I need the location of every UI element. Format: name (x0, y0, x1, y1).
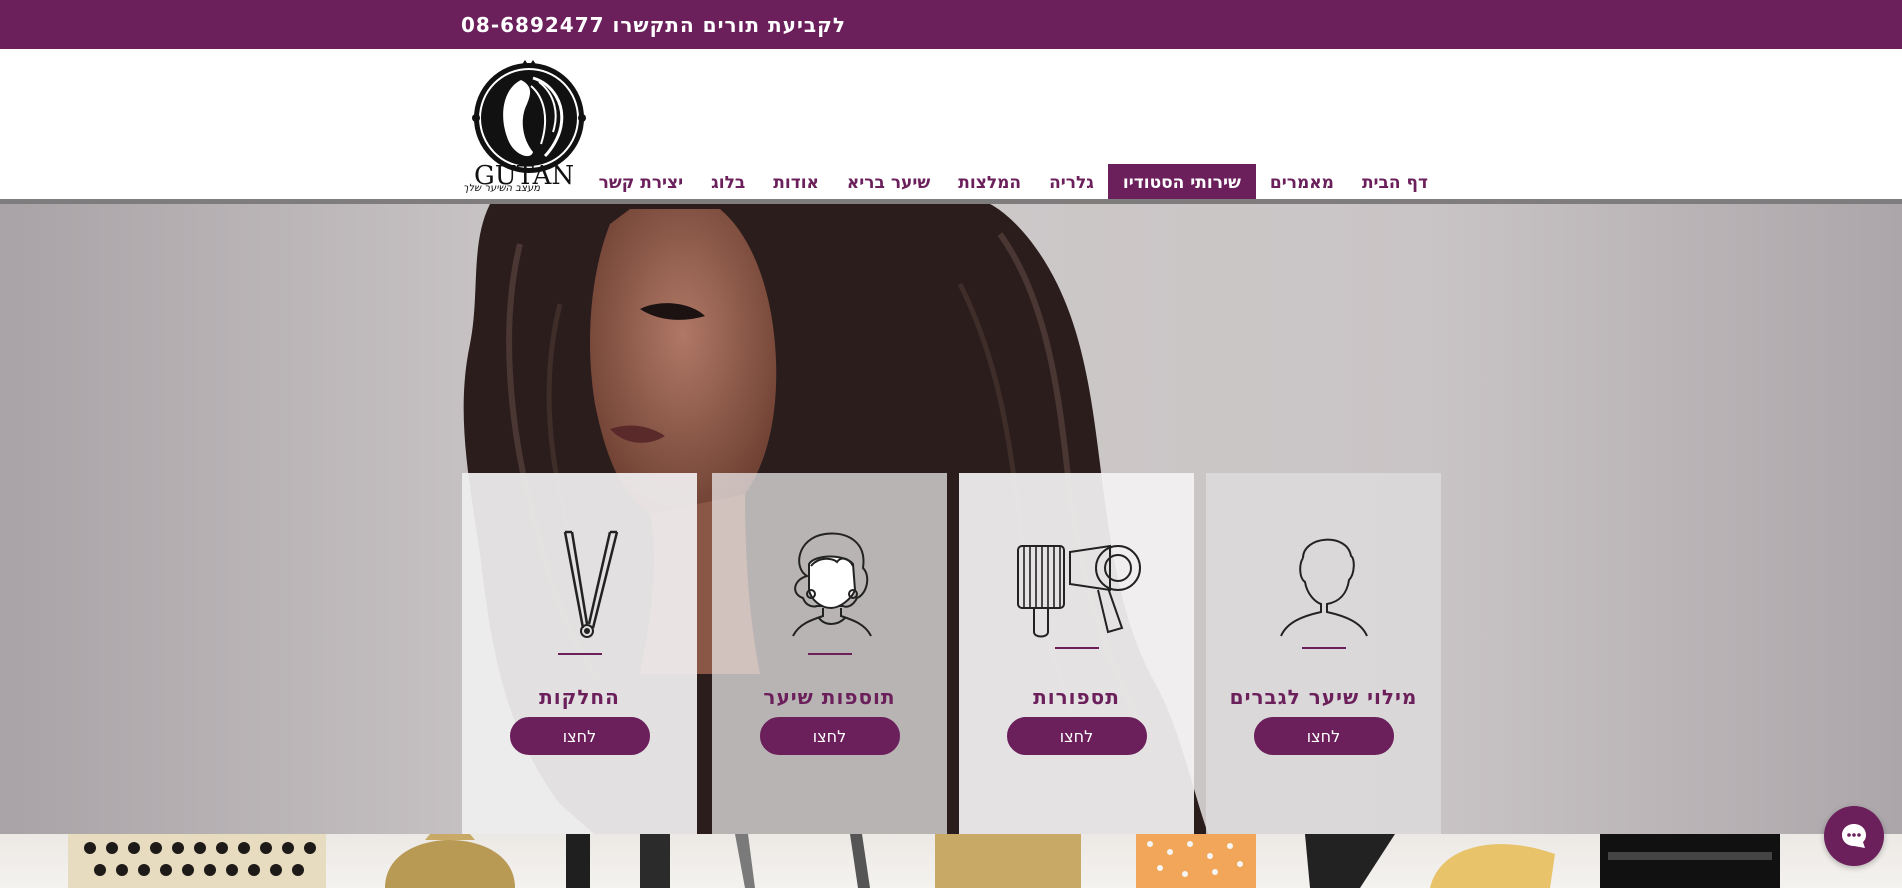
brush-and-dryer-icon (1016, 544, 1141, 638)
nav-item-gallery[interactable]: גלריה (1035, 164, 1108, 202)
man-head-icon (1279, 538, 1368, 637)
tools-banner-strip (0, 834, 1902, 888)
divider-line (1301, 647, 1346, 649)
chat-widget-button[interactable] (1824, 806, 1884, 866)
service-title: תוספות שיער (763, 685, 896, 709)
divider-line (1054, 647, 1099, 649)
chat-bubble-icon (1842, 824, 1866, 848)
service-card-hair-extensions: תוספות שיער לחצו (712, 473, 947, 834)
hair-tools-image (68, 834, 1780, 888)
service-card-men-hair: מילוי שיער לגברים לחצו (1206, 473, 1441, 834)
service-click-button[interactable]: לחצו (759, 717, 900, 755)
nav-item-healthy-hair[interactable]: שיער בריא (833, 164, 944, 202)
service-click-button[interactable]: לחצו (1006, 717, 1147, 755)
woman-hair-extensions-icon (791, 532, 872, 637)
service-card-straightening: החלקות לחצו (462, 473, 697, 834)
hero-woman-image (463, 204, 1209, 834)
service-card-haircuts: תספורות לחצו (959, 473, 1194, 834)
divider-line (557, 653, 602, 655)
service-title: מילוי שיער לגברים (1229, 685, 1418, 709)
nav-item-contact[interactable]: יצירת קשר (585, 164, 698, 202)
nav-item-articles[interactable]: מאמרים (1256, 164, 1348, 202)
hero-section (0, 199, 1902, 834)
service-click-button[interactable]: לחצו (1253, 717, 1394, 755)
nav-item-about[interactable]: אודות (759, 164, 833, 202)
divider-line (807, 653, 852, 655)
nav-item-studio-services[interactable]: שירותי הסטודיו (1107, 164, 1256, 213)
nav-item-blog[interactable]: בלוג (697, 164, 759, 202)
hair-straightener-icon (563, 530, 618, 638)
logo-tagline: מעצב השיער שלך (463, 183, 541, 194)
phone-contact-text[interactable]: לקביעת תורים התקשרו 08-6892477 (461, 13, 846, 37)
service-title: תספורות (1033, 685, 1120, 709)
main-navigation: דף הבית מאמרים שירותי הסטודיו גלריה המלצ… (573, 164, 1442, 213)
nav-item-home[interactable]: דף הבית (1348, 164, 1442, 202)
top-contact-bar: לקביעת תורים התקשרו 08-6892477 (0, 0, 1902, 49)
nav-item-testimonials[interactable]: המלצות (944, 164, 1035, 202)
service-click-button[interactable]: לחצו (509, 717, 650, 755)
service-title: החלקות (539, 685, 620, 709)
